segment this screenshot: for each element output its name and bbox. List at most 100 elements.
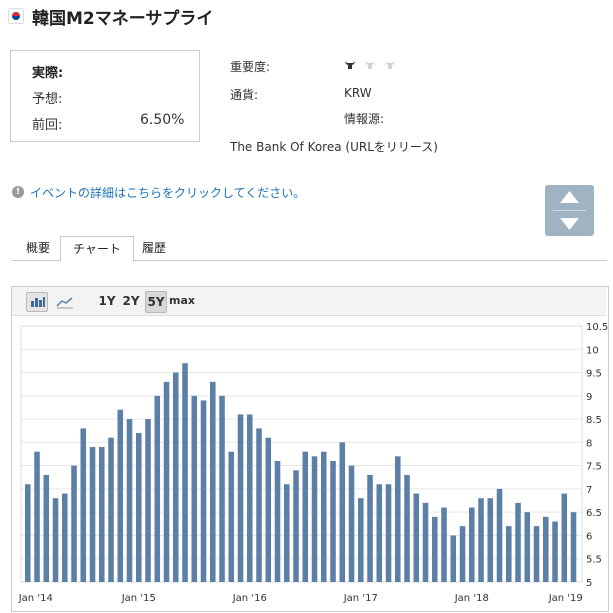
chart-bar[interactable] (173, 372, 179, 582)
chart-bar[interactable] (237, 414, 244, 582)
y-tick-label: 6.5 (586, 508, 602, 519)
scroll-control (545, 185, 594, 236)
range-max-button[interactable]: max (169, 291, 195, 311)
chart-bar[interactable] (385, 484, 392, 582)
y-tick-label: 6 (586, 531, 592, 542)
chart-bar[interactable] (478, 498, 484, 582)
chart-bar[interactable] (43, 474, 50, 582)
chart-bar[interactable] (570, 512, 577, 582)
chart-bar[interactable] (191, 395, 198, 582)
y-tick-label: 9 (586, 392, 592, 403)
chart-bar[interactable] (441, 507, 447, 582)
chart-bar[interactable] (52, 498, 59, 582)
y-tick-label: 5.5 (586, 555, 602, 566)
event-details-link[interactable]: イベントの詳細はこちらをクリックしてください。 (30, 184, 305, 201)
info-icon: ! (12, 186, 24, 198)
chart-bar[interactable] (228, 451, 235, 582)
chart-bar[interactable] (367, 474, 373, 582)
chart-bar[interactable] (126, 419, 133, 582)
chart-bar[interactable] (348, 465, 355, 582)
chart-bar[interactable] (80, 428, 87, 582)
chart-bar[interactable] (506, 526, 512, 582)
y-tick-label: 9.5 (586, 369, 602, 380)
chart-bar[interactable] (256, 428, 262, 582)
x-tick-label: Jan '17 (343, 593, 378, 604)
chart-bar[interactable] (496, 488, 503, 582)
chart-bar[interactable] (265, 437, 272, 582)
chart-bar[interactable] (450, 535, 457, 582)
chart-bar[interactable] (163, 381, 170, 582)
chart-bar[interactable] (154, 395, 161, 582)
bull-icon (344, 56, 356, 69)
importance-label: 重要度: (230, 60, 271, 74)
chart-bar[interactable] (330, 460, 336, 582)
chart-bar[interactable] (219, 395, 225, 582)
bull-icon (364, 56, 376, 69)
x-tick-label: Jan '18 (454, 593, 489, 604)
chart-bar[interactable] (321, 451, 327, 582)
previous-label: 前回: (32, 118, 63, 133)
y-tick-label: 10.5 (586, 322, 608, 333)
chart-bar[interactable] (395, 456, 401, 582)
scroll-down-icon[interactable] (560, 218, 579, 230)
y-tick-label: 7.5 (586, 462, 602, 473)
chart-bar[interactable] (200, 400, 207, 582)
chart-bar[interactable] (339, 442, 346, 582)
chart-bar[interactable] (284, 484, 290, 582)
chart-bar[interactable] (533, 526, 540, 582)
chart-bar[interactable] (469, 507, 475, 582)
chart-bar[interactable] (71, 465, 77, 582)
chart-bar[interactable] (404, 474, 410, 582)
chart-bar[interactable] (524, 512, 531, 582)
chart-bar[interactable] (99, 447, 105, 582)
bar-chart-icon[interactable] (26, 292, 48, 312)
line-chart-icon[interactable] (54, 292, 76, 312)
chart-bar[interactable] (561, 493, 568, 582)
chart-bar[interactable] (487, 498, 494, 582)
chart-bar[interactable] (34, 451, 40, 582)
x-tick-label: Jan '15 (121, 593, 156, 604)
chart-bar[interactable] (274, 460, 281, 582)
range-1y-button[interactable]: 1Y (96, 291, 118, 311)
chart-bar[interactable] (358, 498, 364, 582)
chart-bar[interactable] (136, 433, 142, 582)
y-tick-label: 5 (586, 578, 592, 589)
chart-bar[interactable] (62, 493, 68, 582)
bar-chart: 5 5.5 6 6.5 7 7.5 8 8.5 9 9.5 10 10.5 Jan '14 Jan '15… (18, 322, 608, 604)
chart-bar[interactable] (515, 502, 521, 582)
tab-chart[interactable]: チャート (60, 236, 134, 262)
page-title: 韓国M2マネーサプライ (32, 9, 214, 29)
currency-value: KRW (344, 86, 372, 100)
chart-bar[interactable] (302, 451, 309, 582)
chart-bar[interactable] (117, 409, 124, 582)
chart-bar[interactable] (89, 447, 96, 582)
bull-icon (384, 56, 396, 69)
chart-bar[interactable] (432, 516, 438, 582)
chart-bar[interactable] (422, 502, 429, 582)
tab-history[interactable]: 履歴 (134, 236, 174, 260)
tab-overview[interactable]: 概要 (14, 236, 62, 260)
chart-bar[interactable] (108, 437, 114, 582)
range-5y-button[interactable]: 5Y (145, 291, 167, 313)
y-tick-label: 10 (586, 345, 599, 356)
chart-bar[interactable] (459, 526, 466, 582)
chart-bar[interactable] (413, 493, 420, 582)
x-tick-label: Jan '14 (18, 593, 53, 604)
x-tick-label: Jan '16 (232, 593, 267, 604)
chart-bar[interactable] (182, 363, 188, 582)
chart-bar[interactable] (376, 484, 383, 582)
chart-bar[interactable] (25, 484, 31, 582)
chart-bar[interactable] (552, 521, 558, 582)
forecast-label: 予想: (32, 92, 63, 107)
chart-bar[interactable] (210, 381, 216, 582)
chart-bar[interactable] (145, 419, 151, 582)
y-tick-label: 7 (586, 485, 592, 496)
chart-bar[interactable] (247, 414, 253, 582)
range-2y-button[interactable]: 2Y (120, 291, 142, 311)
x-tick-label: Jan '19 (548, 593, 583, 604)
chart-bar[interactable] (311, 456, 318, 582)
source-value[interactable]: The Bank Of Korea (URLをリリース) (230, 138, 438, 155)
chart-bar[interactable] (293, 470, 299, 582)
scroll-up-icon[interactable] (560, 191, 579, 203)
chart-bar[interactable] (543, 516, 549, 582)
